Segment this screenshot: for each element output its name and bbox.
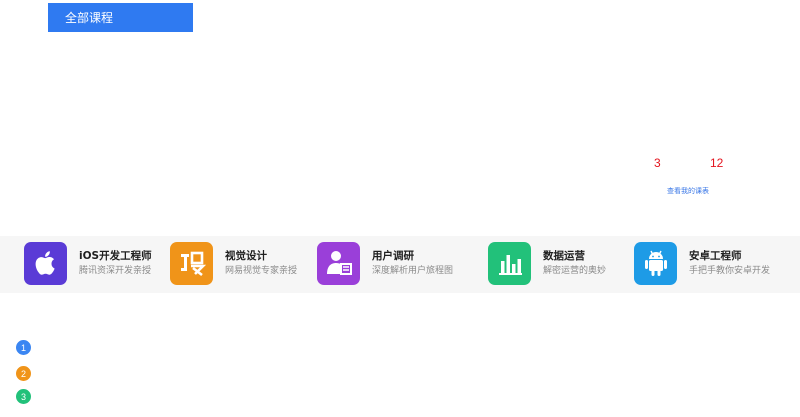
apple-icon bbox=[24, 241, 67, 285]
my-courses-link[interactable]: 查看我的课表 bbox=[667, 186, 709, 196]
design-icon bbox=[170, 241, 213, 285]
user-research-icon bbox=[317, 241, 360, 285]
course-title: 用户调研 bbox=[372, 249, 414, 262]
bar-chart-icon bbox=[488, 241, 531, 285]
number-badge-2: 2 bbox=[16, 366, 31, 381]
all-courses-button[interactable]: 全部课程 bbox=[48, 3, 193, 32]
course-card-visual-design[interactable]: 视觉设计 网易视觉专家亲授 bbox=[170, 241, 297, 285]
number-badge-3: 3 bbox=[16, 389, 31, 404]
course-title: 安卓工程师 bbox=[689, 249, 742, 262]
course-subtitle: 深度解析用户旅程图 bbox=[372, 265, 454, 276]
course-card-ios[interactable]: iOS开发工程师 腾讯资深开发亲授 bbox=[24, 241, 152, 285]
course-subtitle: 腾讯资深开发亲授 bbox=[79, 265, 152, 276]
number-badge-1: 1 bbox=[16, 340, 31, 355]
all-courses-label: 全部课程 bbox=[65, 11, 114, 25]
course-title: 视觉设计 bbox=[225, 249, 267, 262]
stat-value-1: 3 bbox=[654, 156, 661, 170]
android-icon bbox=[634, 241, 677, 285]
course-subtitle: 解密运营的奥妙 bbox=[543, 265, 607, 276]
course-card-android[interactable]: 安卓工程师 手把手教你安卓开发 bbox=[634, 241, 770, 285]
course-subtitle: 手把手教你安卓开发 bbox=[689, 265, 771, 276]
course-card-user-research[interactable]: 用户调研 深度解析用户旅程图 bbox=[317, 241, 453, 285]
stat-value-2: 12 bbox=[710, 156, 724, 170]
course-strip: iOS开发工程师 腾讯资深开发亲授 视觉设计 网易视觉专家亲授 用户调研 深度解… bbox=[0, 236, 800, 293]
course-title: iOS开发工程师 bbox=[79, 249, 152, 262]
course-subtitle: 网易视觉专家亲授 bbox=[225, 265, 298, 276]
course-card-data-ops[interactable]: 数据运营 解密运营的奥妙 bbox=[488, 241, 606, 285]
course-title: 数据运营 bbox=[543, 249, 585, 262]
